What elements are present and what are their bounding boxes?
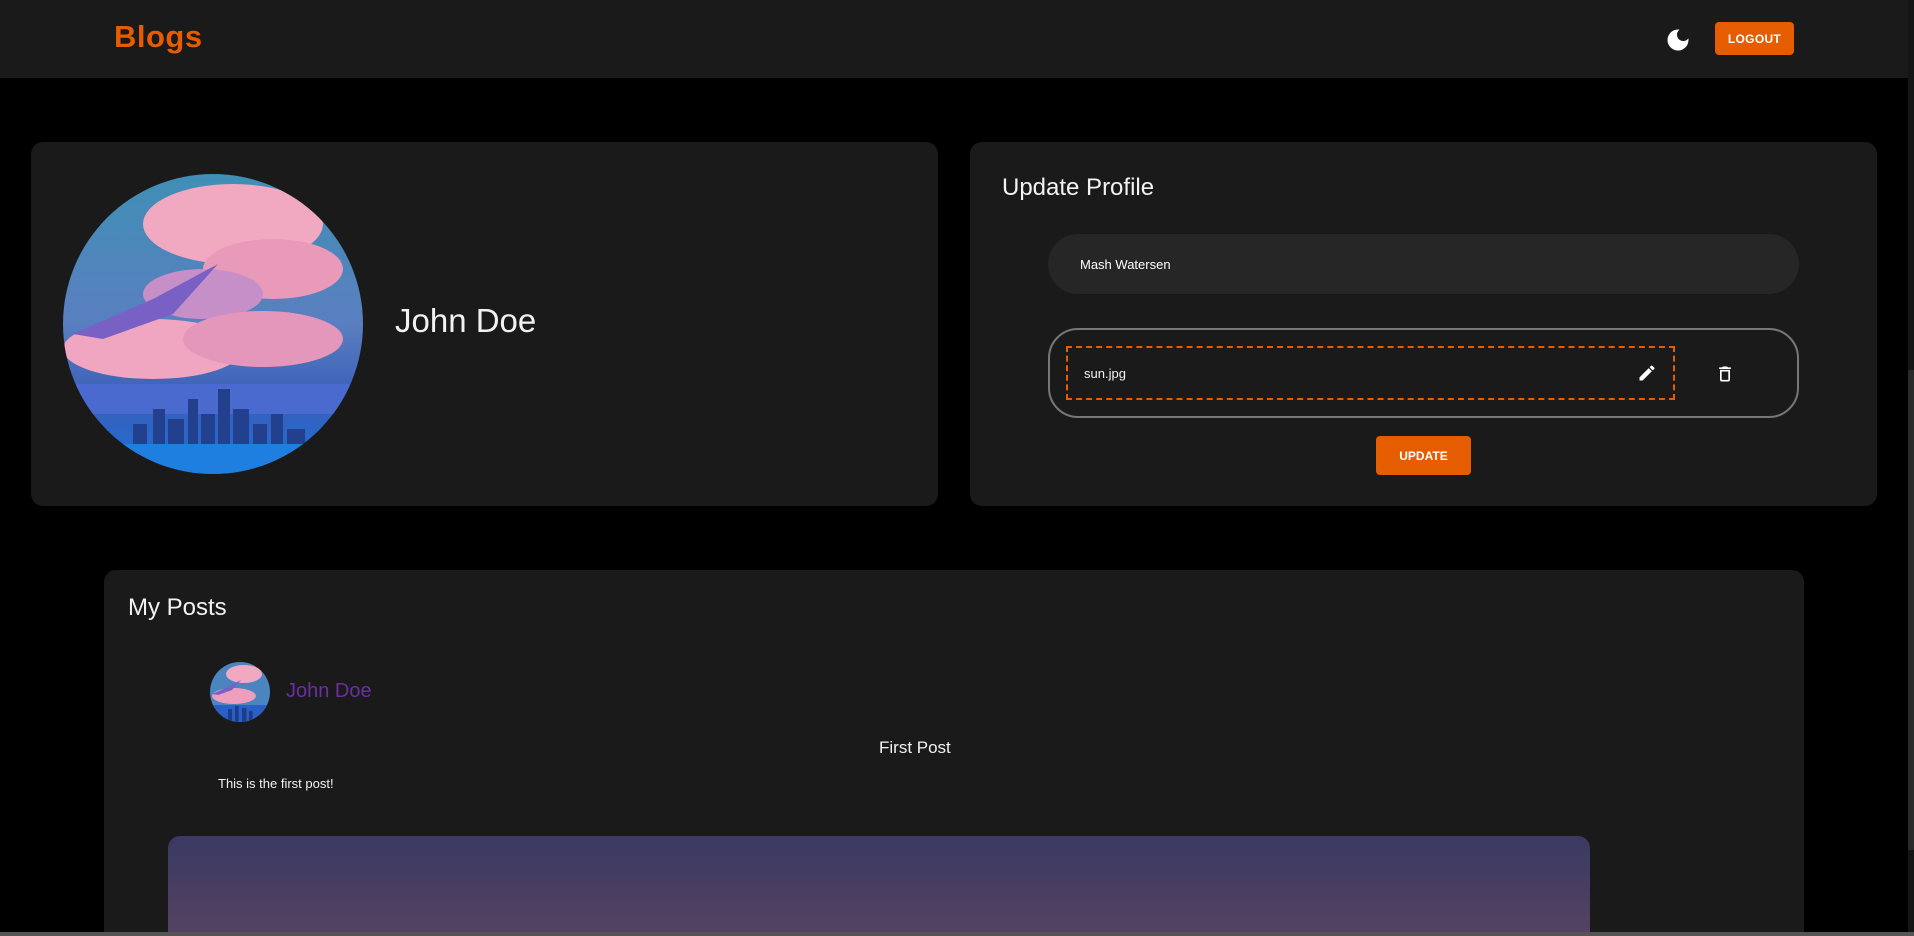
file-upload-box: sun.jpg [1048,328,1799,418]
profile-name: John Doe [395,302,537,339]
scrollbar-thumb[interactable] [1908,370,1914,850]
edit-file-button[interactable] [1637,363,1657,383]
my-posts-card: My Posts John Doe First Post This is the… [104,570,1804,936]
post-author-link[interactable]: John Doe [286,680,372,703]
file-drop-zone[interactable]: sun.jpg [1066,346,1675,400]
brand-logo[interactable]: Blogs [114,19,203,55]
theme-toggle-moon-icon[interactable] [1664,26,1692,54]
avatar-image [63,174,363,474]
post-author-avatar [210,662,270,722]
avatar-image [210,662,270,722]
pencil-icon [1639,365,1655,381]
update-profile-card: Update Profile sun.jpg UPDATE [970,142,1877,506]
logout-button[interactable]: LOGOUT [1715,22,1794,55]
update-profile-title: Update Profile [1002,174,1155,201]
file-name: sun.jpg [1084,366,1126,381]
profile-card: John Doe [31,142,938,506]
post-body: This is the first post! [218,776,334,791]
post-image [168,836,1590,936]
my-posts-title: My Posts [128,594,227,621]
trash-icon [1719,366,1731,382]
moon-icon [1667,29,1689,51]
app-header: Blogs LOGOUT [0,0,1914,78]
update-button[interactable]: UPDATE [1376,436,1471,475]
post-title: First Post [879,738,951,757]
delete-file-button[interactable] [1715,364,1735,384]
name-input[interactable] [1048,234,1799,294]
profile-avatar [63,174,363,474]
window-bottom-edge [0,932,1914,936]
